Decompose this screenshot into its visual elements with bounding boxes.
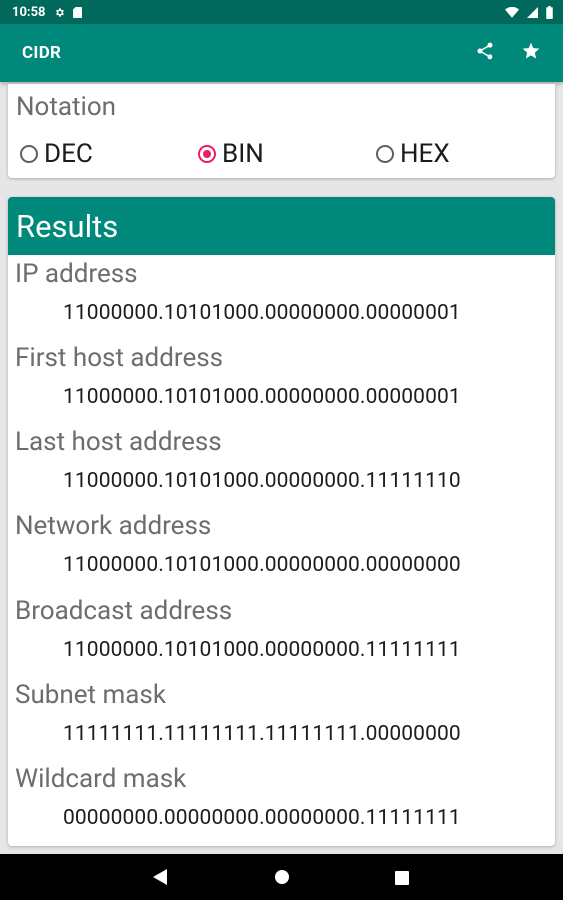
result-value: 11000000.10101000.00000000.11111110 — [63, 469, 461, 493]
result-label: Subnet mask — [15, 680, 167, 710]
result-value: 11000000.10101000.00000000.00000000 — [63, 553, 461, 577]
result-label: Wildcard mask — [15, 764, 187, 794]
radio-bin-label: BIN — [222, 139, 264, 169]
star-icon — [521, 41, 541, 65]
result-value: 11000000.10101000.00000000.00000001 — [63, 385, 461, 409]
favorite-button[interactable] — [513, 35, 549, 71]
status-bar: 10:58 — [0, 0, 563, 24]
home-button[interactable] — [272, 869, 292, 889]
settings-status-icon — [54, 7, 65, 18]
back-icon — [153, 869, 167, 889]
wifi-icon — [505, 6, 519, 18]
notation-card: Notation DEC BIN HEX — [8, 84, 555, 178]
radio-dec-label: DEC — [44, 139, 93, 169]
result-label: Broadcast address — [15, 596, 233, 626]
radio-dec[interactable]: DEC — [20, 139, 93, 169]
radio-bin-circle[interactable] — [198, 145, 216, 163]
status-time: 10:58 — [12, 4, 46, 20]
result-value: 11000000.10101000.00000000.00000001 — [63, 301, 461, 325]
result-label: First host address — [15, 343, 224, 373]
results-title: Results — [8, 197, 555, 255]
recents-icon — [395, 870, 409, 889]
app-actions — [467, 35, 549, 71]
results-card: Results IP address 11000000.10101000.000… — [8, 197, 555, 846]
result-value: 11111111.11111111.11111111.00000000 — [63, 722, 461, 746]
back-button[interactable] — [150, 869, 170, 889]
battery-icon — [546, 5, 553, 19]
navigation-bar — [0, 854, 563, 900]
result-label: IP address — [15, 259, 138, 289]
app-title: CIDR — [22, 43, 62, 63]
sd-card-icon — [72, 6, 82, 18]
result-value: 11000000.10101000.00000000.11111111 — [63, 638, 461, 662]
cellular-signal-icon — [527, 6, 538, 18]
home-icon — [274, 869, 290, 889]
result-value: 00000000.00000000.00000000.11111111 — [63, 806, 461, 830]
radio-dec-circle[interactable] — [20, 145, 38, 163]
result-label: Last host address — [15, 427, 222, 457]
status-right — [505, 5, 553, 19]
radio-bin[interactable]: BIN — [198, 139, 264, 169]
share-button[interactable] — [467, 35, 503, 71]
notation-title: Notation — [16, 92, 117, 122]
share-icon — [475, 41, 495, 65]
app-bar: CIDR — [0, 24, 563, 82]
radio-hex-circle[interactable] — [376, 145, 394, 163]
status-left: 10:58 — [12, 5, 82, 20]
radio-hex[interactable]: HEX — [376, 139, 450, 169]
result-label: Network address — [15, 511, 212, 541]
radio-hex-label: HEX — [400, 139, 450, 169]
recents-button[interactable] — [392, 869, 412, 889]
